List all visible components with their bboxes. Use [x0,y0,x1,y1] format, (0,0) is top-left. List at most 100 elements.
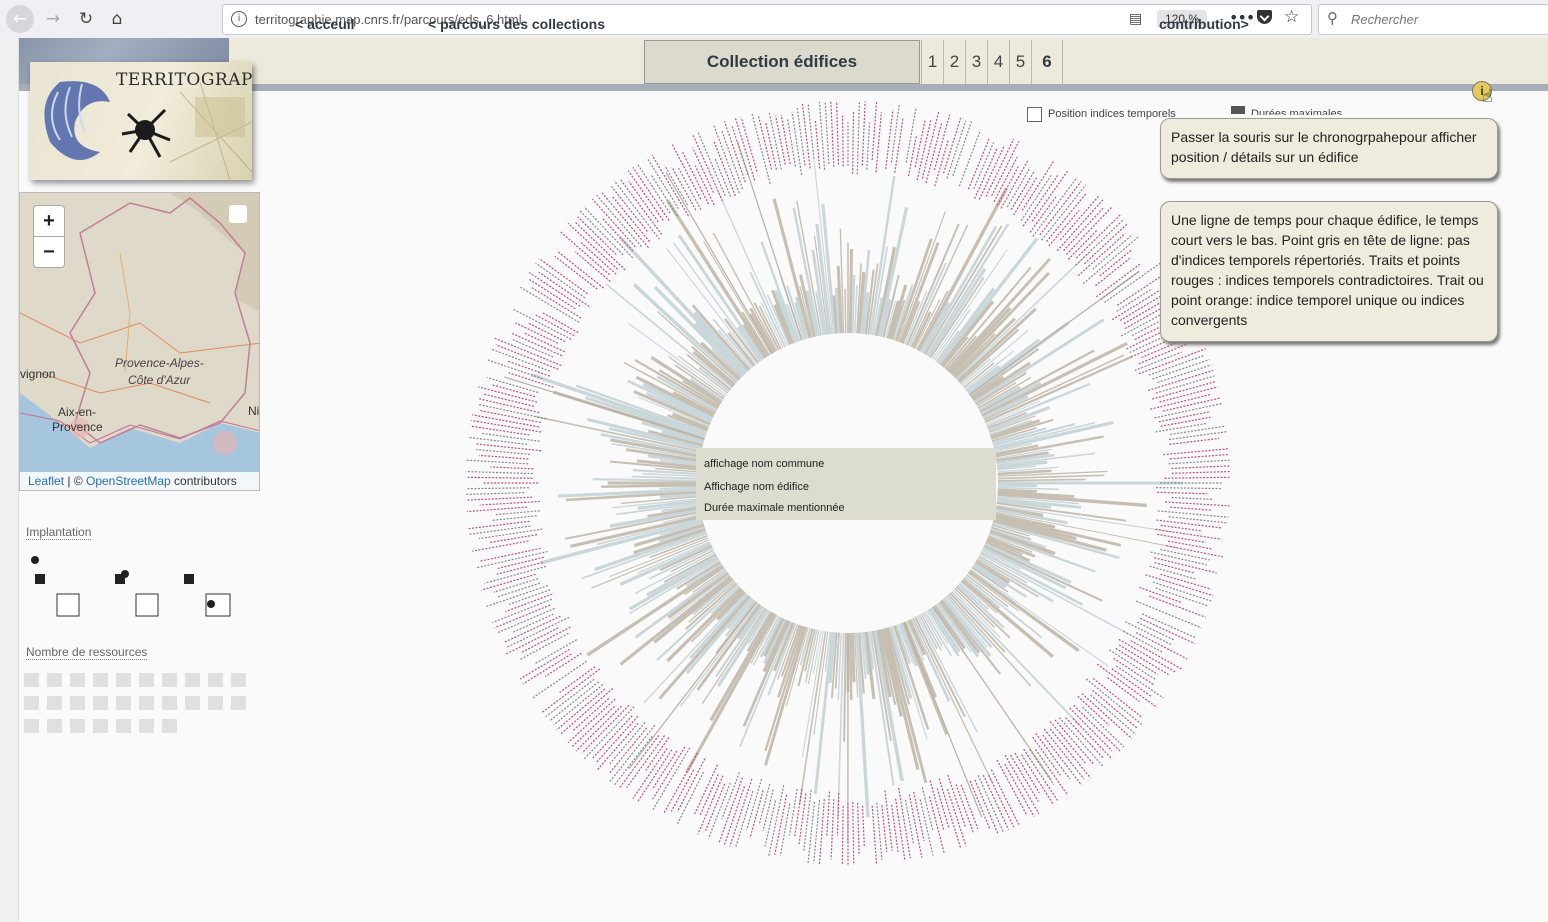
map-zoom-in-button[interactable]: + [33,205,65,237]
forward-arrow-icon[interactable]: → [39,5,67,33]
ressources-square[interactable] [208,696,223,710]
timeline-mark [1149,595,1206,618]
home-icon[interactable]: ⌂ [103,5,131,33]
pocket-icon[interactable] [1257,10,1272,24]
page-link-3[interactable]: 3 [965,40,987,84]
duration-bar [813,630,834,795]
territographie-logo[interactable]: TERRITOGRAPHIE [30,62,252,180]
ressources-square[interactable] [231,673,246,687]
timeline-mark [936,788,950,828]
timeline-mark [496,561,543,575]
timeline-mark [1010,170,1036,211]
timeline-mark [914,120,926,168]
ressources-square[interactable] [185,673,200,687]
ressources-square[interactable] [93,719,108,733]
hand-cursor-icon: ☝ [1482,86,1493,107]
timeline-mark [609,722,646,765]
timeline-mark [476,448,530,455]
timeline-mark [830,799,835,860]
page-link-4[interactable]: 4 [987,40,1009,84]
ressources-square[interactable] [24,673,39,687]
ressources-square[interactable] [139,696,154,710]
timeline-mark [494,510,540,516]
ressources-square[interactable] [70,696,85,710]
page-link-2[interactable]: 2 [943,40,965,84]
timeline-mark [466,476,533,479]
timeline-mark [478,454,529,460]
timeline-mark [494,337,562,367]
osm-link[interactable]: OpenStreetMap [86,474,171,488]
ressources-square[interactable] [47,673,62,687]
timeline-mark [1170,425,1226,436]
search-input[interactable]: Rechercher [1351,12,1418,27]
timeline-mark [946,788,967,847]
ressources-square[interactable] [116,719,131,733]
link-contribution[interactable]: contribution> [1159,16,1249,32]
timeline-mark [470,425,530,436]
ressources-square[interactable] [24,719,39,733]
timeline-mark [779,803,791,856]
timeline-mark [478,528,543,540]
timeline-mark [583,206,634,259]
link-parcours-collections[interactable]: < parcours des collections [428,16,605,32]
reader-view-icon[interactable]: ▤ [1129,11,1142,27]
ressources-square[interactable] [70,719,85,733]
link-accueil[interactable]: < acceuil [295,16,355,32]
leaflet-link[interactable]: Leaflet [28,474,64,488]
ressources-square[interactable] [162,673,177,687]
ressources-square[interactable] [185,696,200,710]
timeline-mark [1165,501,1230,507]
leaflet-map[interactable]: + − Provence-Alpes- Côte d'Azur vignon A… [19,192,260,491]
ressources-square[interactable] [116,673,131,687]
timeline-mark [472,540,529,552]
timeline-mark [1170,506,1212,511]
collection-title-tab[interactable]: Collection édifices [644,40,920,84]
reload-icon[interactable]: ↻ [72,5,100,33]
ressources-square[interactable] [93,673,108,687]
timeline-mark [1073,704,1121,752]
left-gutter [0,38,19,922]
timeline-mark [1156,487,1223,490]
page-link-5[interactable]: 5 [1009,40,1031,84]
ressources-square[interactable] [70,673,85,687]
search-bar[interactable]: ⚲ Rechercher [1318,4,1548,35]
ressources-square[interactable] [162,696,177,710]
ressources-square[interactable] [139,719,154,733]
implantation-filter-icons[interactable] [24,552,244,622]
timeline-mark [856,101,861,175]
radial-chronograph[interactable]: affichage nom commune Affichage nom édif… [460,95,1240,875]
timeline-mark [1160,548,1211,561]
timeline-mark [628,181,659,223]
timeline-mark [707,782,731,839]
ressources-square[interactable] [208,673,223,687]
ressources-square[interactable] [47,696,62,710]
timeline-mark [1039,181,1082,236]
page-link-1[interactable]: 1 [921,40,943,84]
page-link-6[interactable]: 6 [1031,40,1063,84]
url-bar[interactable]: i territographie.map.cnrs.fr/parcours/ed… [222,4,1312,35]
timeline-mark [697,775,724,835]
back-arrow-icon[interactable]: ← [6,5,34,33]
ressources-square[interactable] [231,696,246,710]
ressources-square[interactable] [139,673,154,687]
timeline-mark [958,129,982,187]
timeline-mark [791,111,803,175]
info-icon[interactable]: i [231,11,247,27]
ressources-square[interactable] [24,696,39,710]
timeline-mark [479,500,541,506]
timeline-mark [1081,693,1133,740]
ressources-square[interactable] [47,719,62,733]
timeline-mark [697,131,726,196]
ressources-square[interactable] [162,719,177,733]
map-region-label-2: Côte d'Azur [128,373,191,387]
timeline-mark [535,262,586,299]
map-zoom-out-button[interactable]: − [33,236,65,268]
ressources-square[interactable] [93,696,108,710]
attribution-contributors: contributors [170,474,237,488]
bookmark-star-icon[interactable]: ☆ [1284,7,1299,27]
timeline-mark [1130,640,1182,670]
timeline-mark [466,492,525,496]
ressources-square[interactable] [116,696,131,710]
timeline-mark [1020,173,1053,221]
map-layer-toggle[interactable] [229,205,247,223]
